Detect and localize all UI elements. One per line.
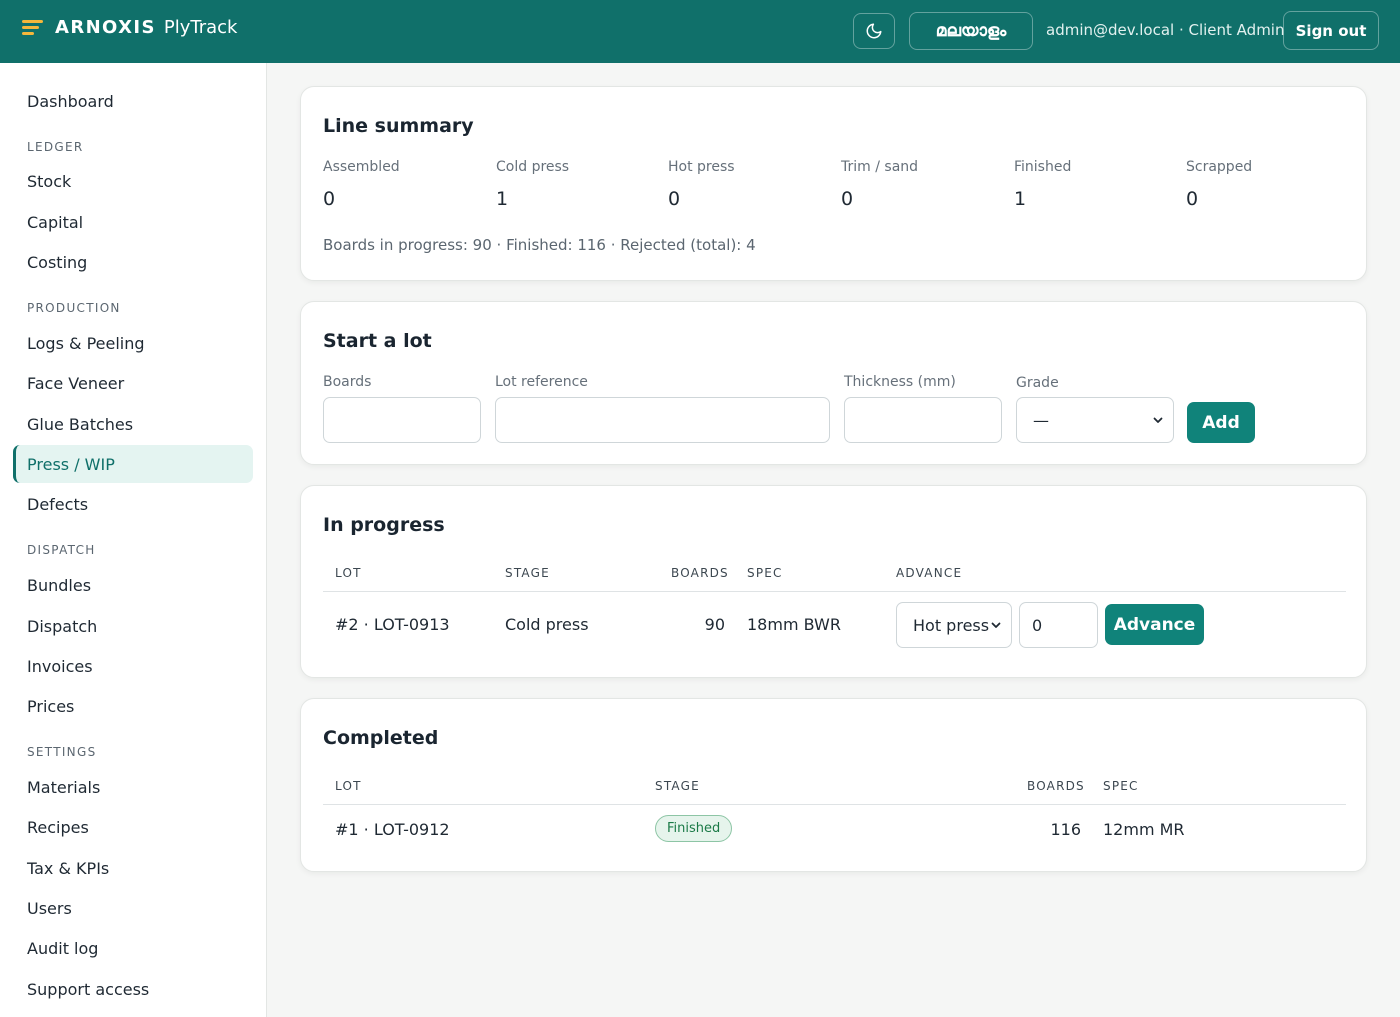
sidebar-item-defects[interactable]: Defects xyxy=(13,485,253,523)
completed-card: Completed LOT STAGE BOARDS SPEC #1 · LOT… xyxy=(300,698,1367,872)
add-button[interactable]: Add xyxy=(1187,402,1255,443)
grade-label: Grade xyxy=(1016,375,1059,391)
quantity-value: 0 xyxy=(1032,615,1043,635)
sidebar-item-audit-log[interactable]: Audit log xyxy=(13,929,253,967)
sidebar-item-recipes[interactable]: Recipes xyxy=(13,808,253,846)
grade-select[interactable]: — xyxy=(1016,397,1174,443)
sidebar-item-stock[interactable]: Stock xyxy=(13,162,253,200)
card-title: Start a lot xyxy=(323,330,432,352)
next-stage-value: Hot press xyxy=(913,615,990,635)
stat-value: 0 xyxy=(668,188,681,210)
stat-label: Hot press xyxy=(668,159,735,175)
card-title: In progress xyxy=(323,514,445,536)
column-header-lot: LOT xyxy=(335,779,362,793)
lot-cell: #2 · LOT-0913 xyxy=(335,615,450,634)
stat-value: 0 xyxy=(1186,188,1199,210)
status-badge: Finished xyxy=(655,815,733,842)
thickness-label: Thickness (mm) xyxy=(844,374,956,390)
sidebar-item-bundles[interactable]: Bundles xyxy=(13,566,253,604)
chevron-down-icon xyxy=(1153,417,1163,423)
sidebar-item-face-veneer[interactable]: Face Veneer xyxy=(13,364,253,402)
sidebar-section-dispatch: DISPATCH xyxy=(27,543,96,557)
stat-value: 0 xyxy=(323,188,336,210)
brand[interactable]: ARNOXIS PlyTrack xyxy=(22,17,237,38)
sidebar-item-press-wip[interactable]: Press / WIP xyxy=(13,445,253,483)
start-lot-card: Start a lot Boards Lot reference Thickne… xyxy=(300,301,1367,465)
moon-icon xyxy=(866,23,882,39)
sign-out-button[interactable]: Sign out xyxy=(1283,11,1379,50)
summary-line: Boards in progress: 90 · Finished: 116 ·… xyxy=(323,236,756,254)
stat-label: Assembled xyxy=(323,159,400,175)
card-title: Line summary xyxy=(323,115,474,137)
stat-label: Trim / sand xyxy=(841,159,919,175)
chevron-down-icon xyxy=(991,622,1001,628)
column-header-boards: BOARDS xyxy=(1027,779,1085,793)
line-summary-card: Line summary Assembled 0 Cold press 1 Ho… xyxy=(300,86,1367,281)
lot-reference-input[interactable] xyxy=(495,397,830,443)
sidebar-item-dispatch[interactable]: Dispatch xyxy=(13,607,253,645)
logo-icon xyxy=(22,19,43,37)
brand-name: ARNOXIS xyxy=(55,17,156,38)
lot-cell: #1 · LOT-0912 xyxy=(335,820,450,839)
sidebar-item-materials[interactable]: Materials xyxy=(13,768,253,806)
sidebar-item-logs-peeling[interactable]: Logs & Peeling xyxy=(13,324,253,362)
in-progress-card: In progress LOT STAGE BOARDS SPEC ADVANC… xyxy=(300,485,1367,678)
boards-input[interactable] xyxy=(323,397,481,443)
sidebar-section-production: PRODUCTION xyxy=(27,301,121,315)
table-divider xyxy=(323,804,1346,805)
user-info: admin@dev.local · Client Admin xyxy=(1046,21,1285,39)
sidebar-item-costing[interactable]: Costing xyxy=(13,243,253,281)
grade-select-value: — xyxy=(1033,410,1049,430)
column-header-stage: STAGE xyxy=(655,779,700,793)
lot-reference-label: Lot reference xyxy=(495,374,588,390)
quantity-input[interactable]: 0 xyxy=(1019,602,1098,648)
card-title: Completed xyxy=(323,727,439,749)
sidebar-item-support-access[interactable]: Support access xyxy=(13,970,253,1008)
column-header-spec: SPEC xyxy=(1103,779,1139,793)
boards-label: Boards xyxy=(323,374,372,390)
stat-label: Scrapped xyxy=(1186,159,1253,175)
sidebar-item-dashboard[interactable]: Dashboard xyxy=(13,82,253,120)
sidebar-item-users[interactable]: Users xyxy=(13,889,253,927)
stat-label: Finished xyxy=(1014,159,1072,175)
boards-cell: 116 xyxy=(1050,820,1081,839)
stat-value: 1 xyxy=(496,188,509,210)
boards-cell: 90 xyxy=(704,615,725,634)
sidebar-item-capital[interactable]: Capital xyxy=(13,203,253,241)
stat-value: 1 xyxy=(1014,188,1027,210)
stat-label: Cold press xyxy=(496,159,570,175)
column-header-boards: BOARDS xyxy=(671,566,729,580)
brand-subtitle: PlyTrack xyxy=(163,17,238,38)
thickness-input[interactable] xyxy=(844,397,1002,443)
advance-button[interactable]: Advance xyxy=(1105,604,1204,645)
table-divider xyxy=(323,591,1346,592)
sidebar-item-tax-kpis[interactable]: Tax & KPIs xyxy=(13,849,253,887)
next-stage-select[interactable]: Hot press xyxy=(896,602,1012,648)
column-header-lot: LOT xyxy=(335,566,362,580)
stat-value: 0 xyxy=(841,188,854,210)
theme-toggle-button[interactable] xyxy=(853,13,895,49)
stage-cell: Cold press xyxy=(505,615,589,634)
sidebar-item-invoices[interactable]: Invoices xyxy=(13,647,253,685)
sidebar-item-prices[interactable]: Prices xyxy=(13,687,253,725)
spec-cell: 12mm MR xyxy=(1103,820,1185,839)
column-header-stage: STAGE xyxy=(505,566,550,580)
column-header-advance: ADVANCE xyxy=(896,566,963,580)
spec-cell: 18mm BWR xyxy=(747,615,841,634)
top-bar: ARNOXIS PlyTrack മലയാളം admin@dev.local … xyxy=(0,0,1400,63)
sidebar-section-ledger: LEDGER xyxy=(27,140,84,154)
column-header-spec: SPEC xyxy=(747,566,783,580)
sidebar-section-settings: SETTINGS xyxy=(27,745,97,759)
language-button[interactable]: മലയാളം xyxy=(909,12,1033,50)
sidebar-item-glue-batches[interactable]: Glue Batches xyxy=(13,405,253,443)
sidebar: Dashboard LEDGER Stock Capital Costing P… xyxy=(0,63,267,1017)
